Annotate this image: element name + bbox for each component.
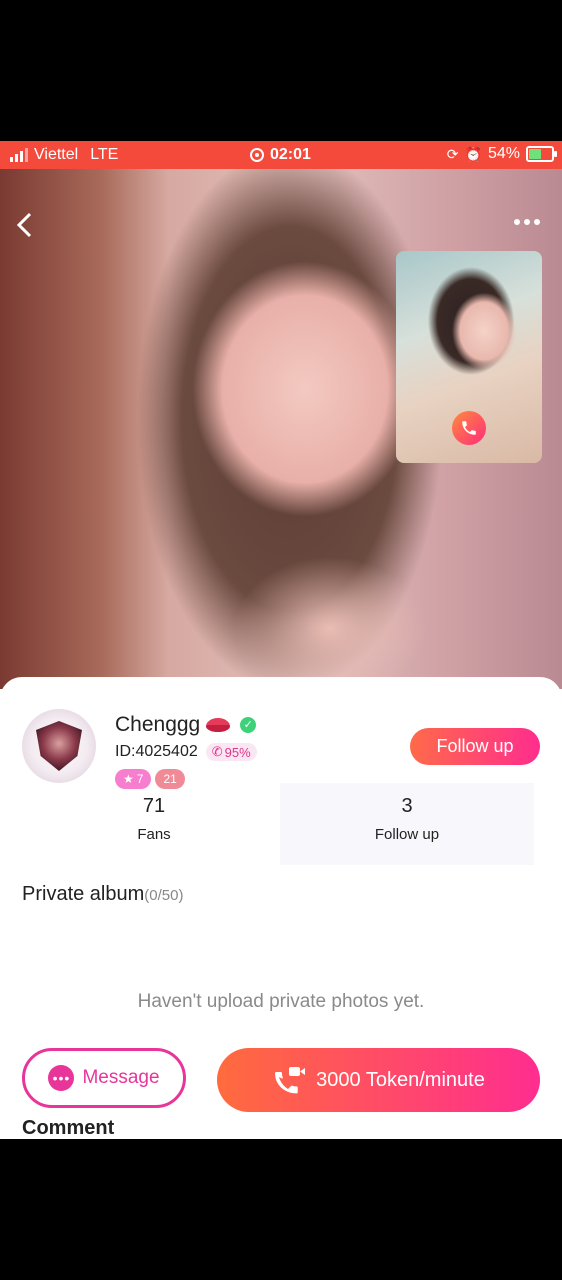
- carrier-text: Viettel: [34, 146, 79, 163]
- follow-stat[interactable]: 3 Follow up: [280, 783, 534, 865]
- battery-text: 54%: [487, 145, 520, 162]
- network-text: LTE: [90, 146, 119, 163]
- lips-icon: [206, 718, 231, 732]
- call-rate-badge: ✆ 95%: [205, 743, 257, 761]
- message-button[interactable]: ••• Message: [22, 1048, 186, 1108]
- status-right: ⟳ ⏰ 54%: [446, 145, 557, 163]
- phone-icon: [462, 421, 476, 435]
- clock-text: 02:01: [270, 146, 311, 163]
- dot-icon: [524, 219, 530, 225]
- comment-heading: Comment: [22, 1117, 115, 1139]
- rotation-lock-icon: ⟳: [446, 145, 459, 162]
- private-album-heading: Private album(0/50): [22, 883, 183, 906]
- back-button[interactable]: [14, 211, 38, 238]
- follow-label: Follow up: [374, 826, 440, 843]
- fans-count: 71: [142, 795, 166, 817]
- dot-icon: [514, 219, 520, 225]
- chevron-left-icon: [16, 212, 32, 238]
- fans-label: Fans: [137, 826, 171, 843]
- status-left: Viettel LTE: [10, 146, 118, 164]
- chat-bubble-icon: •••: [48, 1065, 75, 1091]
- video-preview-thumbnail[interactable]: [396, 251, 542, 463]
- alarm-icon: ⏰: [464, 145, 482, 162]
- call-price-label: 3000 Token/minute: [316, 1068, 485, 1091]
- call-rate-value: 95%: [224, 744, 251, 760]
- avatar[interactable]: [22, 709, 96, 783]
- call-button-small[interactable]: [452, 411, 486, 445]
- album-title: Private album: [22, 883, 145, 905]
- video-call-icon: [275, 1067, 306, 1094]
- username: Chenggg ✓: [115, 713, 257, 737]
- signal-icon: [10, 148, 28, 162]
- verified-icon: ✓: [240, 717, 257, 733]
- username-text: Chenggg: [115, 713, 201, 736]
- album-count: (0/50): [144, 887, 184, 904]
- stats-row: 71 Fans 3 Follow up: [28, 783, 534, 865]
- battery-icon: [526, 146, 557, 162]
- screen-record-icon: [250, 148, 264, 162]
- dot-icon: [534, 219, 540, 225]
- app-screen: Viettel LTE 02:01 ⟳ ⏰ 54% Chenggg ✓ ID:4…: [0, 141, 562, 1139]
- user-id: ID:4025402: [115, 743, 198, 760]
- follow-button[interactable]: Follow up: [410, 728, 540, 765]
- video-call-button[interactable]: 3000 Token/minute: [217, 1048, 540, 1112]
- fans-stat[interactable]: 71 Fans: [28, 783, 280, 865]
- follow-count: 3: [401, 795, 413, 817]
- profile-photo[interactable]: [0, 169, 562, 689]
- user-id-row: ID:4025402 ✆ 95%: [115, 743, 257, 761]
- album-empty-message: Haven't upload private photos yet.: [137, 991, 425, 1012]
- profile-card: Chenggg ✓ ID:4025402 ✆ 95% ★ 7 21 Follow…: [0, 677, 562, 1139]
- status-bar: Viettel LTE 02:01 ⟳ ⏰ 54%: [0, 141, 562, 169]
- status-center: 02:01: [250, 146, 311, 164]
- message-label: Message: [82, 1067, 160, 1088]
- avatar-emblem: [36, 721, 82, 771]
- phone-icon: ✆: [211, 744, 223, 759]
- more-options-button[interactable]: [514, 219, 540, 225]
